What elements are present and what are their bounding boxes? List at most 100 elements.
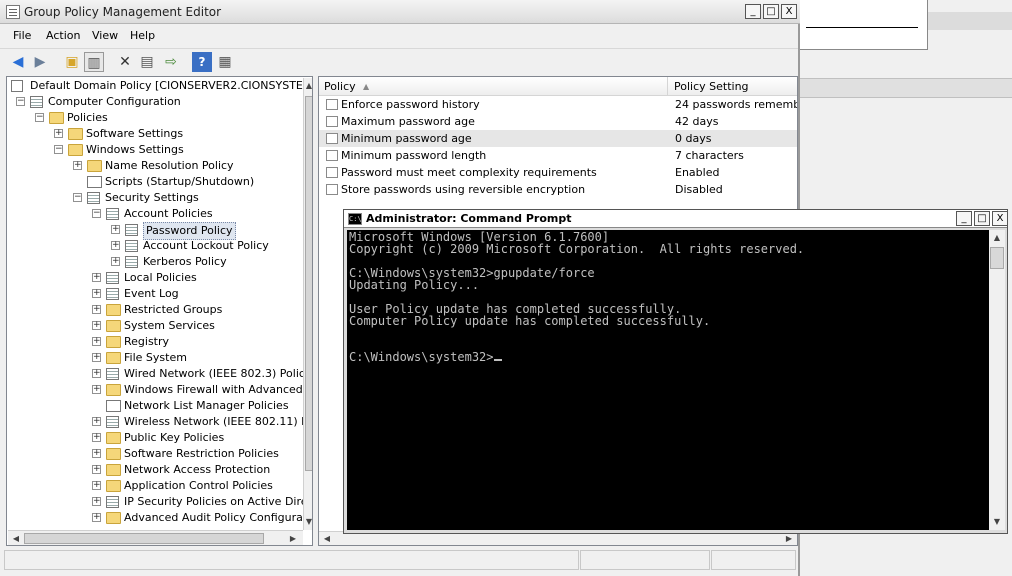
expand-icon[interactable]: +: [92, 273, 101, 282]
folder-icon: [106, 304, 121, 316]
expand-icon[interactable]: +: [111, 241, 120, 250]
tree-node-label: Software Settings: [86, 127, 184, 140]
cmd-cursor: [493, 359, 502, 361]
folder-icon: [106, 384, 121, 396]
menu-view[interactable]: View: [92, 29, 118, 42]
scroll-up-arrow-icon[interactable]: ▲: [301, 78, 312, 94]
scroll-down-arrow-icon[interactable]: ▼: [301, 514, 312, 530]
cmd-titlebar[interactable]: C:\ Administrator: Command Prompt _ □ X: [344, 210, 1008, 228]
ip-security-icon: [106, 496, 119, 508]
expand-icon[interactable]: +: [92, 433, 101, 442]
policy-row[interactable]: Enforce password history 24 passwords rem…: [319, 96, 797, 113]
expand-icon[interactable]: +: [92, 321, 101, 330]
list-header: Policy ▲ Policy Setting: [319, 77, 797, 96]
delete-icon[interactable]: ✕: [115, 52, 135, 72]
policy-row[interactable]: Minimum password age 0 days: [319, 130, 797, 147]
policy-setting-icon: [326, 116, 338, 127]
status-panel-2: [580, 550, 710, 570]
collapse-icon[interactable]: −: [54, 145, 63, 154]
expand-icon[interactable]: +: [92, 385, 101, 394]
policy-name: Store passwords using reversible encrypt…: [341, 183, 586, 196]
expand-icon[interactable]: +: [92, 353, 101, 362]
help-icon[interactable]: ?: [192, 52, 212, 72]
policy-row[interactable]: Maximum password age 42 days: [319, 113, 797, 130]
export-icon[interactable]: ⇨: [161, 52, 181, 72]
expand-icon[interactable]: +: [92, 305, 101, 314]
collapse-icon[interactable]: −: [35, 113, 44, 122]
tree-scroll-thumb[interactable]: [305, 96, 312, 471]
policy-name: Enforce password history: [341, 98, 480, 111]
list-scroll-left-arrow-icon[interactable]: ◀: [319, 531, 335, 545]
security-settings-icon: [106, 272, 119, 284]
up-folder-icon[interactable]: ▣: [62, 52, 82, 72]
expand-icon[interactable]: +: [92, 337, 101, 346]
cmd-minimize-button[interactable]: _: [956, 211, 972, 226]
gpme-titlebar[interactable]: Group Policy Management Editor _ □ X: [0, 0, 800, 24]
folder-icon: [106, 320, 121, 332]
column-policy-setting[interactable]: Policy Setting: [674, 80, 749, 93]
folder-icon: [106, 448, 121, 460]
expand-icon[interactable]: +: [111, 225, 120, 234]
collapse-icon[interactable]: −: [73, 193, 82, 202]
background-window-header: [800, 78, 1012, 98]
scroll-right-arrow-icon[interactable]: ▶: [285, 531, 301, 545]
tree-node-label: Application Control Policies: [124, 479, 273, 492]
expand-icon[interactable]: +: [92, 465, 101, 474]
menu-help[interactable]: Help: [130, 29, 155, 42]
expand-icon[interactable]: +: [73, 161, 82, 170]
tree-node-label: Restricted Groups: [124, 303, 223, 316]
sort-arrow-icon: ▲: [363, 82, 370, 91]
tree-node-label: Policies: [67, 111, 108, 124]
folder-icon: [106, 480, 121, 492]
policy-setting-icon: [326, 133, 338, 144]
policy-setting-value: 42 days: [675, 115, 719, 128]
policy-setting-icon: [326, 99, 338, 110]
scroll-left-arrow-icon[interactable]: ◀: [8, 531, 24, 545]
cmd-vertical-scrollbar[interactable]: ▲ ▼: [989, 230, 1005, 530]
minimize-button[interactable]: _: [745, 4, 761, 19]
tree-node-label: Windows Firewall with Advanced Se: [124, 383, 313, 396]
view-icon[interactable]: ▦: [215, 52, 235, 72]
expand-icon[interactable]: +: [92, 417, 101, 426]
expand-icon[interactable]: +: [54, 129, 63, 138]
policy-name: Minimum password length: [341, 149, 487, 162]
menu-action[interactable]: Action: [46, 29, 80, 42]
forward-icon[interactable]: ▶: [30, 52, 50, 72]
show-hide-tree-icon[interactable]: ▥: [84, 52, 104, 72]
policy-row[interactable]: Store passwords using reversible encrypt…: [319, 181, 797, 198]
properties-icon[interactable]: ▤: [137, 52, 157, 72]
expand-icon[interactable]: +: [92, 289, 101, 298]
cmd-close-button[interactable]: X: [992, 211, 1008, 226]
cmd-maximize-button[interactable]: □: [974, 211, 990, 226]
back-icon[interactable]: ◀: [8, 52, 28, 72]
expand-icon[interactable]: +: [92, 369, 101, 378]
cmd-scroll-down-arrow-icon[interactable]: ▼: [989, 514, 1005, 530]
tree-node-label: Computer Configuration: [48, 95, 181, 108]
command-prompt-window: C:\ Administrator: Command Prompt _ □ X …: [343, 209, 1008, 534]
tree-hscroll-thumb[interactable]: [24, 533, 264, 544]
maximize-button[interactable]: □: [763, 4, 779, 19]
expand-icon[interactable]: +: [92, 497, 101, 506]
policy-row[interactable]: Password must meet complexity requiremen…: [319, 164, 797, 181]
expand-icon[interactable]: +: [92, 449, 101, 458]
policy-row[interactable]: Minimum password length 7 characters: [319, 147, 797, 164]
document-icon: [106, 400, 121, 412]
expand-icon[interactable]: +: [92, 513, 101, 522]
cmd-scroll-up-arrow-icon[interactable]: ▲: [989, 230, 1005, 246]
column-policy[interactable]: Policy: [324, 80, 356, 93]
cmd-console[interactable]: Microsoft Windows [Version 6.1.7600] Cop…: [347, 230, 989, 530]
close-button[interactable]: X: [781, 4, 797, 19]
policy-setting-icon: [326, 150, 338, 161]
collapse-icon[interactable]: −: [92, 209, 101, 218]
tree-vertical-scrollbar[interactable]: ▲ ▼: [301, 78, 312, 530]
tree-horizontal-scrollbar[interactable]: ◀ ▶: [8, 530, 303, 545]
expand-icon[interactable]: +: [111, 257, 120, 266]
menu-file[interactable]: File: [13, 29, 31, 42]
cmd-scroll-thumb[interactable]: [990, 247, 1004, 269]
gpme-title: Group Policy Management Editor: [24, 5, 222, 19]
folder-icon: [68, 144, 83, 156]
collapse-icon[interactable]: −: [16, 97, 25, 106]
expand-icon[interactable]: +: [92, 481, 101, 490]
cmd-title: Administrator: Command Prompt: [366, 212, 572, 225]
security-settings-icon: [125, 256, 138, 268]
